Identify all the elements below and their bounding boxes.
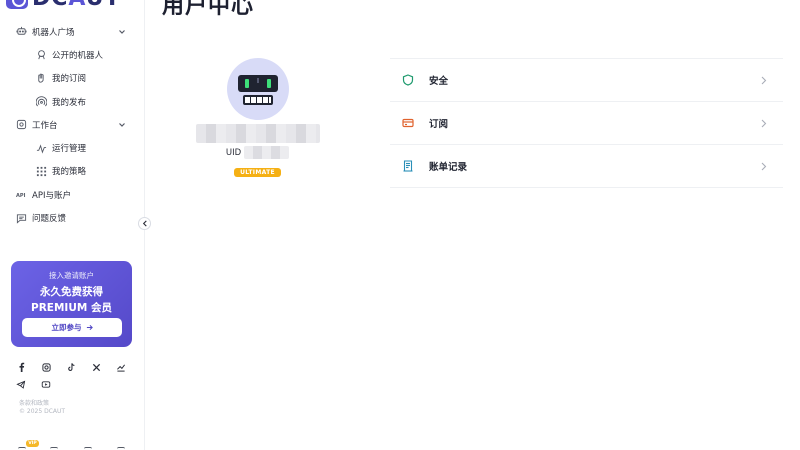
sidebar-nav: 机器人广场 公开的机器人 我的订阅 我的发布 工作台 运行管理 我的策略 API… [0, 20, 144, 230]
uid-row: UID [195, 146, 320, 159]
invite-promo-card: 接入邀请账户 永久免费获得 PREMIUM 会员 立即参与 [11, 261, 132, 347]
sidebar-item-label: 我的订阅 [52, 74, 87, 85]
chart-icon[interactable] [116, 362, 126, 372]
sidebar-item-my-subscriptions[interactable]: 我的订阅 [0, 67, 144, 90]
sidebar-item-label: 公开的机器人 [52, 50, 104, 61]
svg-text:API: API [16, 193, 26, 199]
pulse-icon [36, 143, 47, 154]
robot-icon [16, 26, 27, 37]
promo-title-line2: PREMIUM 会员 [31, 302, 112, 314]
collapse-sidebar-button[interactable] [138, 217, 151, 230]
chat-icon [16, 213, 27, 224]
sidebar-item-run-management[interactable]: 运行管理 [0, 136, 144, 159]
menu-item-label: 安全 [429, 76, 449, 87]
sidebar-item-label: 工作台 [32, 120, 58, 131]
menu-item-label: 账单记录 [429, 162, 468, 173]
shield-icon [402, 74, 414, 86]
membership-tier-badge: ULTIMATE [234, 168, 281, 177]
page-title: 用户中心 [162, 0, 255, 19]
sidebar-item-my-publications[interactable]: 我的发布 [0, 90, 144, 113]
chevron-down-icon[interactable] [118, 121, 126, 129]
menu-item-label: 订阅 [429, 119, 449, 130]
hand-icon [36, 73, 47, 84]
receipt-icon [402, 160, 414, 172]
uid-value-redacted[interactable] [244, 146, 290, 159]
promo-title: 永久免费获得 [40, 286, 103, 298]
sidebar-item-api-account[interactable]: API API与账户 [0, 183, 144, 206]
chevron-right-icon [761, 162, 767, 171]
facebook-icon[interactable] [16, 362, 26, 372]
account-menu: 安全 订阅 账单记录 [390, 58, 783, 188]
vip-badge: VIP [26, 440, 39, 447]
robot-head-icon [36, 49, 47, 60]
broadcast-icon [36, 96, 47, 107]
username-redacted [195, 124, 320, 143]
chevron-down-icon[interactable] [118, 28, 126, 36]
sidebar-item-my-strategies[interactable]: 我的策略 [0, 160, 144, 183]
join-now-button[interactable]: 立即参与 [22, 318, 122, 337]
brand-logo[interactable]: DCAUT [6, 0, 121, 11]
avatar[interactable] [226, 58, 289, 120]
x-icon[interactable] [91, 362, 101, 372]
instagram-icon[interactable] [41, 362, 51, 372]
user-profile: UID ULTIMATE [195, 58, 320, 178]
gear-icon [16, 119, 27, 130]
card-icon [402, 117, 414, 129]
bottom-toolbar: VIP [18, 440, 128, 450]
sidebar-item-robot-plaza[interactable]: 机器人广场 [0, 20, 144, 43]
sidebar-item-workbench[interactable]: 工作台 [0, 113, 144, 136]
sidebar-item-label: 我的发布 [52, 97, 87, 108]
menu-item-security[interactable]: 安全 [390, 59, 783, 102]
menu-item-subscription[interactable]: 订阅 [390, 102, 783, 145]
sidebar-item-label: 问题反馈 [32, 214, 67, 225]
sidebar-item-label: 机器人广场 [32, 27, 75, 38]
telegram-icon[interactable] [16, 379, 26, 389]
chevron-right-icon [761, 76, 767, 85]
robot-avatar-icon [237, 75, 278, 105]
tiktok-icon[interactable] [66, 362, 76, 372]
youtube-icon[interactable] [41, 379, 51, 389]
sidebar-item-label: 我的策略 [52, 167, 87, 178]
sidebar-item-public-robots[interactable]: 公开的机器人 [0, 43, 144, 66]
grid-icon [36, 166, 47, 177]
copyright-text: © 2025 DCAUT [19, 408, 66, 415]
chevron-left-icon [142, 220, 147, 227]
social-links [16, 362, 131, 389]
logo-icon [6, 0, 28, 9]
sidebar-item-feedback[interactable]: 问题反馈 [0, 206, 144, 229]
brand-name: DCAUT [32, 0, 121, 11]
sidebar-item-label: API与账户 [32, 190, 71, 201]
sidebar: DCAUT 机器人广场 公开的机器人 我的订阅 我的发布 [0, 0, 145, 450]
terms-link[interactable]: 条款和政策 [19, 398, 49, 407]
uid-label: UID [225, 147, 242, 158]
api-icon: API [16, 189, 27, 200]
join-now-label: 立即参与 [51, 323, 82, 332]
sidebar-item-label: 运行管理 [52, 144, 87, 155]
menu-item-billing[interactable]: 账单记录 [390, 145, 783, 188]
promo-subtitle: 接入邀请账户 [49, 271, 94, 280]
chevron-right-icon [761, 119, 767, 128]
arrow-right-icon [86, 324, 93, 331]
